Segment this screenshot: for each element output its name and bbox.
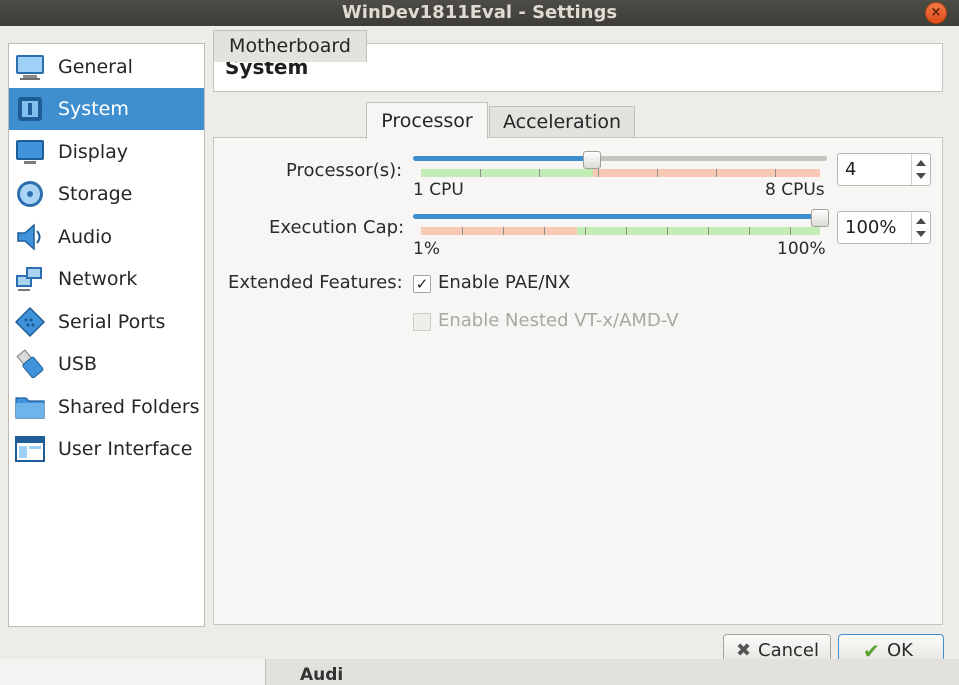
enable-nested-vtx-label: Enable Nested VT-x/AMD-V xyxy=(438,310,679,331)
warning-zone xyxy=(593,169,820,177)
spin-down-icon[interactable] xyxy=(916,231,926,237)
display-icon xyxy=(16,140,44,164)
sidebar-item-usb[interactable]: USB xyxy=(9,343,204,385)
tab-acceleration[interactable]: Acceleration xyxy=(489,106,635,138)
sidebar-item-shared-folders[interactable]: Shared Folders xyxy=(9,386,204,428)
title-bar[interactable]: WinDev1811Eval - Settings × xyxy=(0,0,959,26)
sidebar-item-user-interface[interactable]: User Interface xyxy=(9,428,204,470)
processor-count-value[interactable]: 4 xyxy=(845,159,856,180)
enable-pae-checkbox[interactable]: ✓ xyxy=(413,275,431,293)
sidebar-item-label: Storage xyxy=(58,183,133,205)
processor-panel: Processor(s): 1 CPU 8 CPUs 4 Execution C… xyxy=(213,137,943,625)
network-icon xyxy=(16,267,42,291)
window-icon xyxy=(15,436,45,462)
execution-cap-min-label: 1% xyxy=(413,239,440,259)
processor-count-spinbox[interactable]: 4 xyxy=(837,153,931,186)
speaker-icon xyxy=(17,223,41,251)
sidebar-item-label: Audio xyxy=(58,226,113,248)
tab-processor[interactable]: Processor xyxy=(366,102,488,139)
spin-up-icon[interactable] xyxy=(916,218,926,224)
monitor-icon xyxy=(16,55,44,80)
usb-icon xyxy=(16,349,44,379)
settings-sidebar: General System Display Storage Audio Net… xyxy=(8,43,205,627)
processor-min-label: 1 CPU xyxy=(413,180,464,200)
sidebar-item-storage[interactable]: Storage xyxy=(9,173,204,215)
disk-icon xyxy=(17,181,43,207)
sidebar-item-general[interactable]: General xyxy=(9,46,204,88)
window-title: WinDev1811Eval - Settings xyxy=(341,2,618,23)
tab-motherboard[interactable]: Motherboard xyxy=(213,30,367,62)
spin-down-icon[interactable] xyxy=(916,173,926,179)
sidebar-item-label: Shared Folders xyxy=(58,396,200,418)
extended-features-label: Extended Features: xyxy=(228,272,403,293)
execution-cap-label: Execution Cap: xyxy=(269,217,405,238)
chip-icon xyxy=(18,97,42,121)
background-text-fragment: Audi xyxy=(300,665,344,685)
close-icon[interactable]: × xyxy=(925,2,947,24)
sidebar-item-label: Serial Ports xyxy=(58,311,166,333)
processor-count-label: Processor(s): xyxy=(286,160,403,181)
execution-cap-spinbox[interactable]: 100% xyxy=(837,211,931,244)
sidebar-item-network[interactable]: Network xyxy=(9,258,204,300)
enable-pae-label[interactable]: Enable PAE/NX xyxy=(438,272,570,293)
sidebar-item-label: System xyxy=(58,98,129,120)
background-window: Audi xyxy=(0,659,959,685)
recommended-zone xyxy=(421,169,593,177)
sidebar-item-serial-ports[interactable]: Serial Ports xyxy=(9,301,204,343)
slider-handle[interactable] xyxy=(811,209,829,227)
execution-cap-max-label: 100% xyxy=(777,239,826,259)
sidebar-item-system[interactable]: System xyxy=(9,88,204,130)
sidebar-item-audio[interactable]: Audio xyxy=(9,216,204,258)
slider-handle[interactable] xyxy=(583,151,601,169)
sidebar-item-label: USB xyxy=(58,353,98,375)
warning-zone xyxy=(421,227,577,235)
sidebar-item-label: Network xyxy=(58,268,138,290)
sidebar-item-label: General xyxy=(58,56,133,78)
settings-dialog: General System Display Storage Audio Net… xyxy=(0,26,959,685)
sidebar-item-label: User Interface xyxy=(58,438,193,460)
sidebar-item-label: Display xyxy=(58,141,129,163)
processor-max-label: 8 CPUs xyxy=(765,180,825,200)
enable-nested-vtx-checkbox xyxy=(413,313,431,331)
execution-cap-value[interactable]: 100% xyxy=(845,217,896,238)
sidebar-item-display[interactable]: Display xyxy=(9,131,204,173)
spin-up-icon[interactable] xyxy=(916,160,926,166)
serial-port-icon xyxy=(14,306,46,338)
recommended-zone xyxy=(577,227,820,235)
folder-icon xyxy=(15,397,45,419)
